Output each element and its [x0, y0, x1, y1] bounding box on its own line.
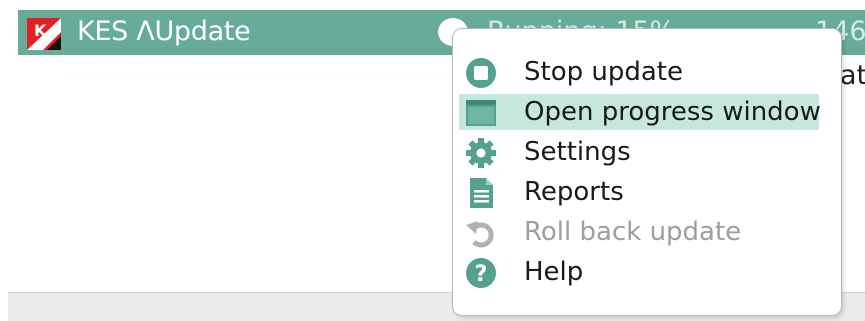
svg-text:K: K	[34, 21, 47, 40]
background-text: at	[840, 60, 865, 91]
menu-label: Help	[524, 257, 584, 287]
stop-icon	[466, 58, 496, 88]
menu-item-help[interactable]: ? Help	[459, 254, 819, 290]
window-icon	[466, 100, 496, 126]
menu-label: Stop update	[524, 57, 683, 87]
document-icon	[470, 178, 493, 208]
menu-item-reports[interactable]: Reports	[459, 174, 819, 210]
menu-label: Open progress window	[524, 97, 821, 127]
menu-item-roll-back-update: Roll back update	[459, 214, 819, 250]
task-name: KES ΛUpdate	[77, 16, 251, 47]
context-menu: Stop update Open progress window Setting…	[452, 28, 842, 316]
menu-item-open-progress-window[interactable]: Open progress window	[459, 94, 821, 130]
kaspersky-logo-icon: K	[27, 18, 61, 50]
svg-text:?: ?	[475, 262, 488, 287]
help-icon: ?	[466, 258, 496, 288]
menu-label: Roll back update	[524, 217, 742, 247]
undo-icon	[466, 221, 494, 248]
menu-label: Reports	[524, 177, 624, 207]
menu-label: Settings	[524, 137, 631, 167]
menu-item-stop-update[interactable]: Stop update	[459, 54, 819, 90]
menu-item-settings[interactable]: Settings	[459, 134, 819, 170]
gear-icon	[466, 138, 496, 168]
